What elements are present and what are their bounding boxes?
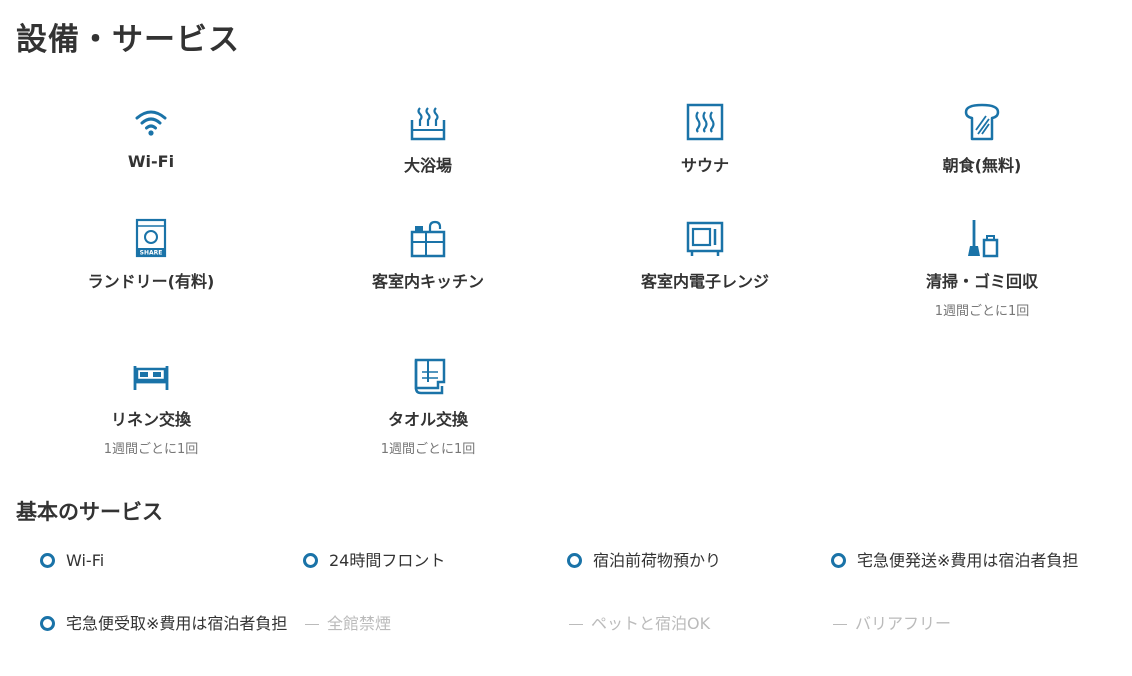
bread-icon xyxy=(962,102,1002,142)
available-circle-icon xyxy=(831,553,846,568)
available-circle-icon xyxy=(40,616,55,631)
unavailable-dash-icon xyxy=(305,624,319,625)
service-item: 宅急便発送※費用は宿泊者負担 xyxy=(831,548,1093,573)
washing-machine-icon: SHARE xyxy=(131,218,171,258)
facility-grid: Wi-Fi 大浴場 サウナ 朝食(無料) SHARE ランドリー(有料) 客室内… xyxy=(0,96,1132,466)
basic-services-title: 基本のサービス xyxy=(16,500,163,524)
facility-item: タオル交換 1週間ごとに1回 xyxy=(293,356,563,457)
service-label: 24時間フロント xyxy=(329,551,446,570)
facility-item: SHARE ランドリー(有料) xyxy=(16,218,286,292)
facility-label: 客室内キッチン xyxy=(371,272,484,291)
facility-item: 清掃・ゴミ回収 1週間ごとに1回 xyxy=(847,218,1117,319)
facility-item: サウナ xyxy=(570,102,840,176)
facility-item: 朝食(無料) xyxy=(847,102,1117,176)
facility-note: 1週間ごとに1回 xyxy=(103,442,199,457)
service-item-unavailable: 全館禁煙 xyxy=(305,611,567,636)
bath-icon xyxy=(408,102,448,142)
service-item: 24時間フロント xyxy=(303,548,565,573)
facility-label: 朝食(無料) xyxy=(942,156,1022,175)
page-title: 設備・サービス xyxy=(16,22,240,58)
facility-item: リネン交換 1週間ごとに1回 xyxy=(16,356,286,457)
facility-label: タオル交換 xyxy=(387,410,468,429)
service-item: 宿泊前荷物預かり xyxy=(567,548,829,573)
service-item: Wi-Fi xyxy=(40,548,302,573)
service-item: 宅急便受取※費用は宿泊者負担 xyxy=(40,611,302,636)
wifi-icon xyxy=(131,102,171,142)
service-label: ペットと宿泊OK xyxy=(591,614,711,633)
service-item-unavailable: ペットと宿泊OK xyxy=(569,611,831,636)
facility-item: 大浴場 xyxy=(293,102,563,176)
kitchen-icon xyxy=(408,218,448,258)
svg-text:SHARE: SHARE xyxy=(140,250,163,257)
service-item-unavailable: バリアフリー xyxy=(833,611,1095,636)
facility-label: 大浴場 xyxy=(403,156,452,175)
available-circle-icon xyxy=(567,553,582,568)
facility-label: 客室内電子レンジ xyxy=(640,272,769,291)
microwave-icon xyxy=(685,218,725,258)
available-circle-icon xyxy=(40,553,55,568)
service-label: 宅急便発送※費用は宿泊者負担 xyxy=(857,551,1079,570)
service-label: 宅急便受取※費用は宿泊者負担 xyxy=(66,614,288,633)
available-circle-icon xyxy=(303,553,318,568)
service-label: バリアフリー xyxy=(855,614,952,633)
facility-label: Wi-Fi xyxy=(127,152,175,171)
facility-note: 1週間ごとに1回 xyxy=(934,304,1030,319)
facility-label: リネン交換 xyxy=(110,410,191,429)
towel-icon xyxy=(408,356,448,396)
unavailable-dash-icon xyxy=(833,624,847,625)
facility-item: 客室内電子レンジ xyxy=(570,218,840,292)
service-label: 宿泊前荷物預かり xyxy=(593,551,722,570)
facility-note: 1週間ごとに1回 xyxy=(380,442,476,457)
service-label: 全館禁煙 xyxy=(327,614,392,633)
broom-icon xyxy=(962,218,1002,258)
facility-label: 清掃・ゴミ回収 xyxy=(925,272,1038,291)
unavailable-dash-icon xyxy=(569,624,583,625)
facility-label: ランドリー(有料) xyxy=(87,272,215,291)
facility-item: 客室内キッチン xyxy=(293,218,563,292)
facility-item: Wi-Fi xyxy=(16,102,286,171)
bed-icon xyxy=(131,356,171,396)
sauna-icon xyxy=(685,102,725,142)
facility-label: サウナ xyxy=(680,156,729,175)
service-label: Wi-Fi xyxy=(66,551,105,570)
